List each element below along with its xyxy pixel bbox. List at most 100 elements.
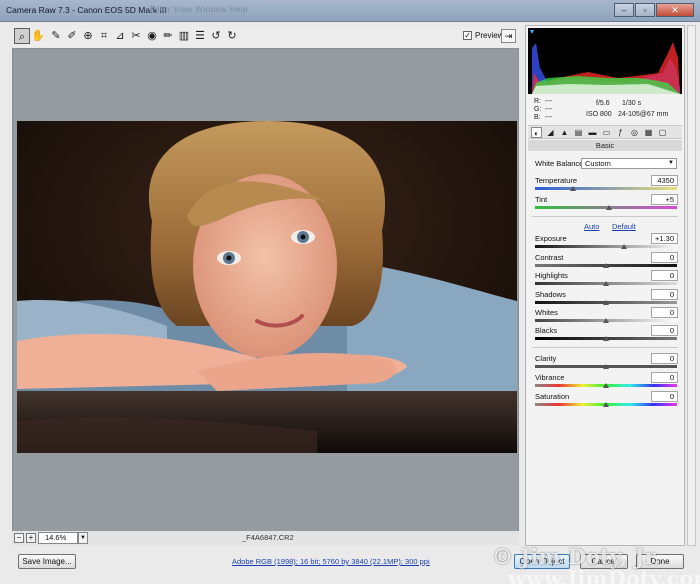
camera-raw-dialog: ⌕ ✋ ✎ ✐ ⊕ ⌗ ⊿ ✂ ◉ ✏ ▥ ☰ ↺ ↻ ✓ Preview ⇥ [0, 22, 700, 584]
tab-tone-curve-icon[interactable]: ◢ [545, 127, 556, 138]
save-image-button[interactable]: Save Image... [18, 554, 76, 569]
vibrance-field[interactable]: 0 [651, 372, 678, 383]
crop-icon[interactable]: ⌗ [96, 28, 112, 44]
filename: _F4A6847.CR2 [242, 533, 294, 542]
highlights-thumb[interactable] [603, 281, 609, 286]
red-eye-icon[interactable]: ◉ [144, 28, 160, 44]
zoom-out-icon[interactable]: − [14, 533, 24, 543]
cancel-button[interactable]: Cancel [580, 554, 628, 569]
shadows-field[interactable]: 0 [651, 289, 678, 300]
blue-value: --- [545, 114, 552, 121]
adjustments-sidebar: R: --- G: --- B: --- f/5.6 1/30 s ISO 80… [525, 25, 685, 546]
temperature-thumb[interactable] [570, 186, 577, 191]
zoom-in-icon[interactable]: + [26, 533, 36, 543]
saturation-label: Saturation [535, 392, 570, 401]
whites-thumb[interactable] [603, 318, 609, 323]
red-value: --- [545, 98, 552, 105]
tab-presets-icon[interactable]: ▦ [643, 127, 654, 138]
tab-detail-icon[interactable]: ▲ [559, 127, 570, 138]
zoom-level[interactable]: 14.6% [38, 532, 78, 544]
tab-effects-icon[interactable]: ƒ [615, 127, 626, 138]
default-link[interactable]: Default [612, 222, 636, 231]
portrait-photo [17, 121, 517, 453]
temperature-slider[interactable] [535, 187, 677, 190]
straighten-icon[interactable]: ⊿ [112, 28, 128, 44]
contrast-thumb[interactable] [603, 263, 609, 268]
auto-link[interactable]: Auto [584, 222, 599, 231]
highlights-label: Highlights [535, 271, 568, 280]
color-sampler-icon[interactable]: ✐ [64, 28, 80, 44]
vibrance-thumb[interactable] [603, 383, 609, 388]
rotate-cw-icon[interactable]: ↻ [224, 28, 240, 44]
chevron-down-icon: ▼ [668, 160, 674, 166]
sidebar-scrollbar[interactable] [687, 25, 696, 546]
divider [532, 216, 678, 217]
done-button[interactable]: Done [636, 554, 684, 569]
tab-basic-icon[interactable]: ◐ [531, 127, 542, 138]
close-icon[interactable]: ✕ [656, 3, 694, 17]
open-object-button[interactable]: Open Object [514, 554, 570, 569]
maximize-icon[interactable]: ▫ [635, 3, 655, 17]
aperture: f/5.6 [596, 100, 610, 107]
contrast-field[interactable]: 0 [651, 252, 678, 263]
menu-bar-ghost: Filter View Window Help [150, 5, 249, 14]
blacks-label: Blacks [535, 326, 558, 335]
targeted-adjust-icon[interactable]: ⊕ [80, 28, 96, 44]
clarity-field[interactable]: 0 [651, 353, 678, 364]
whites-field[interactable]: 0 [651, 307, 678, 318]
list-icon[interactable]: ☰ [192, 28, 208, 44]
tint-label: Tint [535, 195, 548, 204]
blue-label: B: [534, 114, 541, 121]
shadows-thumb[interactable] [603, 300, 609, 305]
tint-thumb[interactable] [605, 205, 612, 210]
adjustment-brush-icon[interactable]: ✏ [160, 28, 176, 44]
preview-checkbox[interactable]: ✓ [463, 31, 472, 40]
white-balance-icon[interactable]: ✎ [48, 28, 64, 44]
green-label: G: [534, 106, 542, 113]
temperature-field[interactable]: 4350 [651, 175, 678, 186]
workflow-options-link[interactable]: Adobe RGB (1998); 16 bit; 5760 by 3840 (… [232, 557, 430, 566]
saturation-thumb[interactable] [603, 402, 609, 407]
tab-split-toning-icon[interactable]: ▬ [587, 127, 598, 138]
temperature-label: Temperature [535, 176, 578, 185]
preview-canvas[interactable] [12, 48, 519, 543]
tab-lens-icon[interactable]: ▭ [601, 127, 612, 138]
tab-camera-calibration-icon[interactable]: ◎ [629, 127, 640, 138]
fullscreen-icon[interactable]: ⇥ [501, 29, 516, 43]
clarity-thumb[interactable] [603, 364, 609, 369]
zoom-icon[interactable]: ⌕ [14, 28, 30, 44]
zoom-dropdown-icon[interactable]: ▼ [78, 532, 88, 544]
saturation-field[interactable]: 0 [651, 391, 678, 402]
panel-title: Basic [528, 140, 682, 151]
exposure-thumb[interactable] [621, 244, 628, 249]
vibrance-label: Vibrance [535, 373, 565, 382]
blacks-thumb[interactable] [603, 336, 609, 341]
dialog-footer: Save Image... Adobe RGB (1998); 16 bit; … [0, 544, 700, 584]
tab-snapshots-icon[interactable]: ▢ [657, 127, 668, 138]
rotate-ccw-icon[interactable]: ↺ [208, 28, 224, 44]
divider [532, 347, 678, 348]
shutter-speed: 1/30 s [622, 100, 642, 107]
spot-removal-icon[interactable]: ✂ [128, 28, 144, 44]
green-value: --- [545, 106, 552, 113]
preview-image[interactable] [17, 121, 517, 453]
blacks-field[interactable]: 0 [651, 325, 678, 336]
highlights-field[interactable]: 0 [651, 270, 678, 281]
exposure-slider[interactable] [535, 245, 677, 248]
tint-field[interactable]: +5 [651, 194, 678, 205]
white-balance-value: Custom [585, 159, 611, 168]
contrast-label: Contrast [535, 253, 564, 262]
exposure-field[interactable]: +1.30 [651, 233, 678, 244]
white-balance-select[interactable]: Custom ▼ [581, 158, 677, 169]
exposure-label: Exposure [535, 234, 567, 243]
minimize-icon[interactable]: – [614, 3, 634, 17]
red-label: R: [534, 98, 541, 105]
histogram-graph [530, 30, 680, 94]
window-title: Camera Raw 7.3 - Canon EOS 5D Mark III [6, 5, 167, 15]
graduated-filter-icon[interactable]: ▥ [176, 28, 192, 44]
preview-toggle[interactable]: ✓ Preview [463, 31, 503, 40]
window-controls: – ▫ ✕ [614, 3, 694, 17]
lens: 24-105@67 mm [618, 111, 669, 118]
tab-hsl-icon[interactable]: ▤ [573, 127, 584, 138]
hand-icon[interactable]: ✋ [30, 28, 46, 44]
